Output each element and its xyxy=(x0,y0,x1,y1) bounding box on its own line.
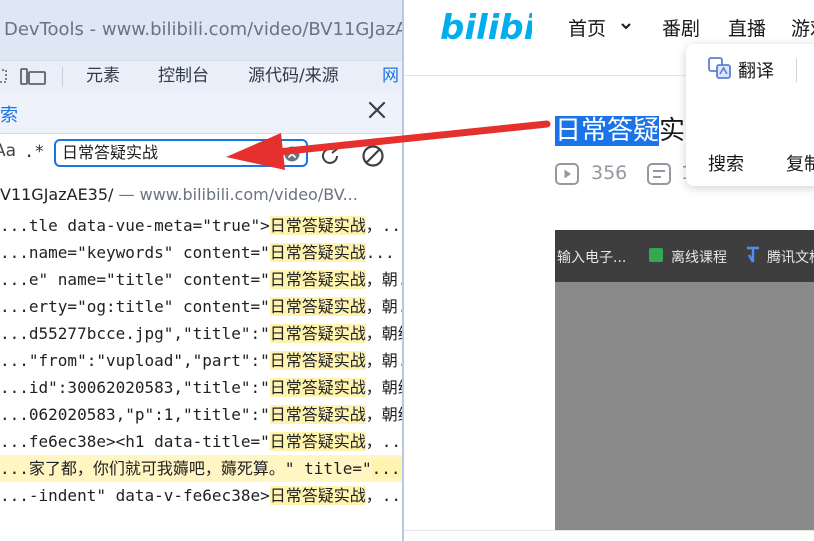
tab-console[interactable]: 控制台 xyxy=(158,61,209,93)
bilibili-logo[interactable]: bilibili xyxy=(438,3,532,47)
devtools-tab-bar: 元素 控制台 源代码/来源 网 xyxy=(0,60,402,93)
result-line[interactable]: ...tle data-vue-meta="true">日常答疑实战，... xyxy=(0,212,402,239)
nav-games[interactable]: 游戏 xyxy=(791,14,814,41)
result-line[interactable]: ...062020583,"p":1,"title":"日常答疑实战，朝纲... xyxy=(0,401,402,428)
devtools-titlebar: DevTools - www.bilibili.com/video/BV11GJ… xyxy=(0,0,402,60)
result-context: ...erty="og:title" content=" xyxy=(0,297,270,316)
result-context: ... xyxy=(365,243,395,262)
result-context: ，朝... xyxy=(365,297,402,316)
device-toolbar-icon[interactable] xyxy=(20,68,46,86)
result-line[interactable]: ...fe6ec38e><h1 data-title="日常答疑实战，... xyxy=(0,428,402,455)
copy-button[interactable]: 复制 xyxy=(786,150,814,176)
result-match: 日常答疑实战 xyxy=(269,351,366,370)
result-context: ...062020583,"p":1,"title":" xyxy=(0,405,270,424)
result-line-selected[interactable]: ...家了都，你们就可我薅吧，薅死算。" title="... xyxy=(0,455,402,482)
bookmark-item[interactable]: 输入电子... xyxy=(557,247,626,267)
result-context: ，... xyxy=(365,432,402,451)
result-context: ...e" name="title" content=" xyxy=(0,270,270,289)
danmaku-icon xyxy=(647,163,671,185)
tab-elements[interactable]: 元素 xyxy=(86,61,120,93)
result-context: ...id":30062020583,"title":" xyxy=(0,378,270,397)
inspect-element-icon[interactable] xyxy=(0,69,10,83)
devtools-window: DevTools - www.bilibili.com/video/BV11GJ… xyxy=(0,0,402,541)
cancel-search-icon[interactable] xyxy=(361,144,385,168)
clear-search-icon[interactable] xyxy=(284,146,300,162)
result-match: 日常答疑实战 xyxy=(269,216,366,235)
toolbar-separator xyxy=(62,67,63,87)
chevron-down-icon xyxy=(621,23,631,30)
result-match: 日常答疑实战 xyxy=(269,297,366,316)
tab-network[interactable]: 网 xyxy=(382,61,399,93)
bookmark-item[interactable]: 离线课程 xyxy=(671,247,727,267)
devtools-window-title: DevTools - www.bilibili.com/video/BV11GJ… xyxy=(4,19,402,40)
tencent-docs-icon xyxy=(747,246,759,263)
result-context: ...家了都，你们就可我薅吧，薅死算。" title=" xyxy=(0,459,372,478)
result-match: 日常答疑实战 xyxy=(269,270,366,289)
nav-home[interactable]: 首页 xyxy=(568,14,606,41)
result-context: ，朝... xyxy=(365,270,402,289)
course-icon xyxy=(649,248,663,262)
refresh-icon[interactable] xyxy=(318,144,342,168)
search-toolbar: Aa .* 日常答疑实战 xyxy=(0,134,402,174)
bookmarks-bar: 输入电子... 离线课程 腾讯文档 xyxy=(555,230,814,282)
result-line[interactable]: ..."from":"vupload","part":"日常答疑实战，朝... xyxy=(0,347,402,374)
match-case-icon[interactable]: Aa xyxy=(0,141,16,161)
result-context: ，... xyxy=(365,486,402,505)
result-context: ，朝纲... xyxy=(365,378,402,397)
tab-sources[interactable]: 源代码/来源 xyxy=(248,61,339,93)
search-panel-title: 索 xyxy=(0,105,18,126)
result-match: 日常答疑实战 xyxy=(269,243,366,262)
search-input[interactable]: 日常答疑实战 xyxy=(54,139,308,167)
bookmark-item[interactable]: 腾讯文档 xyxy=(767,247,814,267)
close-icon[interactable] xyxy=(366,99,388,121)
nav-live[interactable]: 直播 xyxy=(728,14,766,41)
result-line[interactable]: ...e" name="title" content="日常答疑实战，朝... xyxy=(0,266,402,293)
result-line[interactable]: ...d55277bcce.jpg","title":"日常答疑实战，朝纲... xyxy=(0,320,402,347)
play-count-icon xyxy=(555,163,579,185)
result-match: 日常答疑实战 xyxy=(269,405,366,424)
page-footer-edge xyxy=(404,530,814,541)
result-file-header[interactable]: V11GJazAE35/ — www.bilibili.com/video/BV… xyxy=(0,185,402,209)
result-context: ，朝纲... xyxy=(365,405,402,424)
regex-toggle[interactable]: .* xyxy=(24,142,44,162)
translate-icon xyxy=(708,57,731,79)
svg-text:bilibili: bilibili xyxy=(440,8,532,47)
result-context: ，朝... xyxy=(365,351,402,370)
result-context: ...name="keywords" content=" xyxy=(0,243,270,262)
result-match: 日常答疑实战 xyxy=(269,432,366,451)
result-match: 日常答疑实战 xyxy=(269,486,366,505)
result-context: ...tle data-vue-meta="true"> xyxy=(0,216,270,235)
result-file-name: V11GJazAE35/ xyxy=(0,185,114,204)
video-player[interactable]: 输入电子... 离线课程 腾讯文档 xyxy=(555,230,814,530)
result-context: ...d55277bcce.jpg","title":" xyxy=(0,324,270,343)
result-file-path: — www.bilibili.com/video/BV... xyxy=(113,185,358,204)
nav-anime[interactable]: 番剧 xyxy=(662,14,700,41)
result-match: 日常答疑实战 xyxy=(269,324,366,343)
search-panel-header: 索 xyxy=(0,93,402,134)
result-line[interactable]: ...-indent" data-v-fe6ec38e>日常答疑实战，... xyxy=(0,482,402,509)
result-context: ...fe6ec38e><h1 data-title=" xyxy=(0,432,270,451)
result-context: ，朝纲... xyxy=(365,324,402,343)
search-button[interactable]: 搜索 xyxy=(708,150,744,176)
result-line[interactable]: ...name="keywords" content="日常答疑实战... xyxy=(0,239,402,266)
bilibili-page: bilibili 首页 番剧 直播 游戏 日常答疑实战，朝纲 356 1 输入电… xyxy=(402,0,814,541)
result-line[interactable]: ...erty="og:title" content="日常答疑实战，朝... xyxy=(0,293,402,320)
result-context: ..."from":"vupload","part":" xyxy=(0,351,270,370)
result-line[interactable]: ...id":30062020583,"title":"日常答疑实战，朝纲... xyxy=(0,374,402,401)
selected-title-text: 日常答疑 xyxy=(555,116,660,146)
result-match: 日常答疑实战 xyxy=(269,378,366,397)
search-results: V11GJazAE35/ — www.bilibili.com/video/BV… xyxy=(0,180,402,541)
result-match: ... xyxy=(371,459,401,478)
toolbar-divider xyxy=(796,58,797,82)
selection-toolbar: 翻译 搜索 复制 xyxy=(686,44,814,186)
play-count: 356 xyxy=(591,162,628,184)
translate-label: 翻译 xyxy=(738,61,774,82)
result-context: ，... xyxy=(365,216,402,235)
result-context: ...-indent" data-v-fe6ec38e> xyxy=(0,486,270,505)
